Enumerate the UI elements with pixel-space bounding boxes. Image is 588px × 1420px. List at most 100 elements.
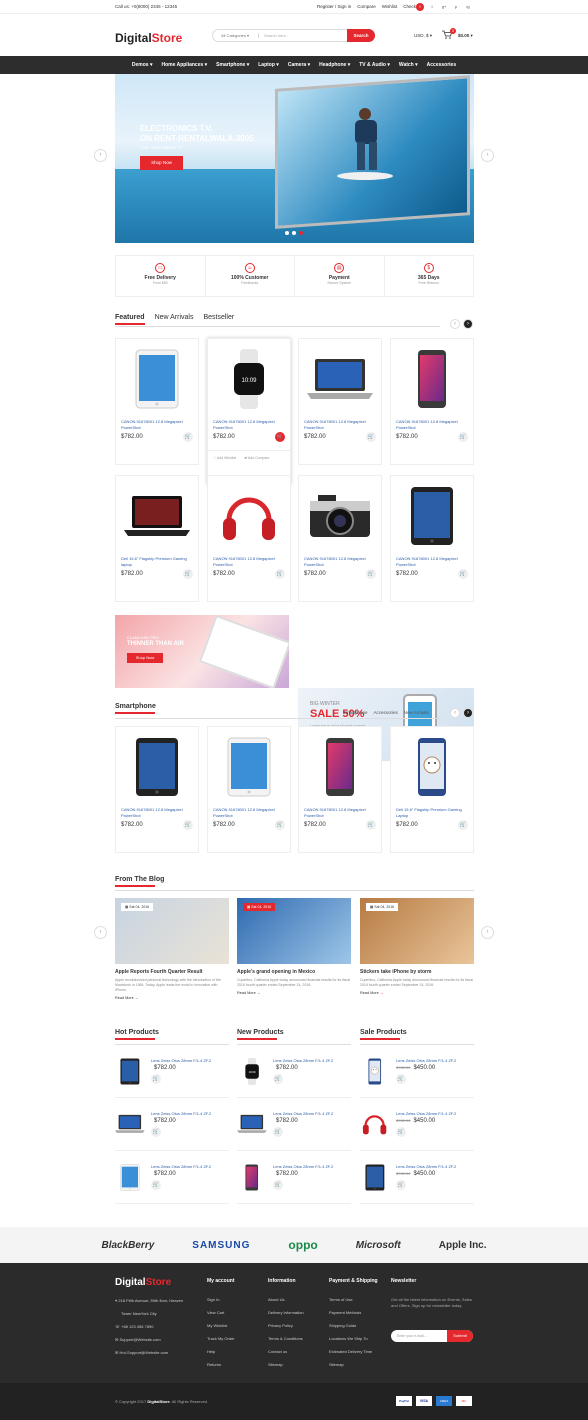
banner-left[interactable]: CLAMCASE PRO THINNER THAN AIR Shop Now <box>115 615 289 688</box>
add-to-cart-icon[interactable]: 🛒 <box>366 820 376 830</box>
nav-laptop[interactable]: Laptop ▾ <box>258 62 279 68</box>
product-image[interactable] <box>208 476 290 556</box>
footer-link[interactable]: Locations We Ship To <box>329 1336 378 1341</box>
product-name[interactable]: Dell 15.6" Flagship Premium Gaming Lapto… <box>391 807 473 818</box>
product-card[interactable]: CANON 91678001 12.8 Megapixel PowerShot … <box>115 726 199 853</box>
list-item[interactable]: Lens Zeiss Otus 28mm F/1.4 ZF.2 $782.00 … <box>237 1098 351 1151</box>
footer-link[interactable]: Terms & Conditions <box>268 1336 304 1341</box>
product-image[interactable] <box>391 476 473 556</box>
google-plus-icon[interactable]: g+ <box>440 3 448 11</box>
footer-link[interactable]: My Wishlist <box>207 1323 235 1328</box>
footer-link[interactable]: Estimated Delivery Time <box>329 1349 378 1354</box>
add-to-cart-icon[interactable]: 🛒 <box>458 432 468 442</box>
list-item[interactable]: Lens Zeiss Otus 28mm F/1.4 ZF.2 $782.00 … <box>115 1151 229 1204</box>
product-card[interactable]: CANON 91678001 12.8 Megapixel PowerShot … <box>298 475 382 602</box>
blog-post-title[interactable]: Stickers take iPhone by storm <box>360 969 474 975</box>
add-to-cart-icon[interactable]: 🛒 <box>275 432 285 442</box>
banner-left-shop-button[interactable]: Shop Now <box>127 653 163 663</box>
blog-prev-arrow[interactable]: ‹ <box>94 926 107 939</box>
list-item-name[interactable]: Lens Zeiss Otus 28mm F/1.4 ZF.2 <box>151 1111 211 1116</box>
add-to-cart-icon[interactable]: 🛒 <box>183 569 193 579</box>
list-item-image[interactable] <box>115 1056 145 1086</box>
register-link[interactable]: Register / Sign in <box>317 4 351 9</box>
product-name[interactable]: CANON 91678001 12.8 Megapixel PowerShot <box>208 556 290 567</box>
hero-prev-arrow[interactable]: ‹ <box>94 149 107 162</box>
product-image[interactable] <box>299 476 381 556</box>
product-name[interactable]: CANON 91678001 12.8 Megapixel PowerShot <box>299 556 381 567</box>
footer-link[interactable]: Returns <box>207 1362 235 1367</box>
add-to-cart-icon[interactable]: 🛒 <box>366 432 376 442</box>
product-card[interactable]: CANON 91678001 12.8 Megapixel PowerShot … <box>207 726 291 853</box>
featured-prev-arrow[interactable]: ‹ <box>450 319 460 329</box>
add-to-cart-icon[interactable]: 🛒 <box>183 432 193 442</box>
product-name[interactable]: CANON 91678001 12.8 Megapixel PowerShot <box>208 807 290 818</box>
product-card[interactable]: Dell 15.6" Flagship Premium Gaming Lapto… <box>390 726 474 853</box>
list-item-image[interactable] <box>237 1162 267 1192</box>
list-item-name[interactable]: Lens Zeiss Otus 28mm F/1.4 ZF.2 <box>396 1058 456 1063</box>
footer-link[interactable]: Track My Order <box>207 1336 235 1341</box>
add-to-cart-icon[interactable]: 🛒 <box>273 1074 283 1084</box>
footer-link[interactable]: About Us <box>268 1297 304 1302</box>
nav-accessories[interactable]: Accessories <box>427 62 456 68</box>
footer-email[interactable]: Support@Website.com <box>119 1337 160 1342</box>
blog-post[interactable]: ▦ Sat 04, 2016 Apple's grand opening in … <box>237 898 351 995</box>
product-image[interactable] <box>391 339 473 419</box>
product-image[interactable] <box>116 339 198 419</box>
add-to-cart-icon[interactable]: 🛒 <box>396 1180 406 1190</box>
footer-link[interactable]: Shipping Guide <box>329 1323 378 1328</box>
add-compare-link[interactable]: ⇄ Add Compare <box>244 456 269 460</box>
product-name[interactable]: CANON 91678001 12.8 Megapixel PowerShot <box>391 419 473 430</box>
blog-post[interactable]: ▦ Sat 04, 2016 Stickers take iPhone by s… <box>360 898 474 995</box>
product-image[interactable] <box>299 727 381 807</box>
list-item-name[interactable]: Lens Zeiss Otus 28mm F/1.4 ZF.2 <box>396 1111 456 1116</box>
read-more-link[interactable]: Read More → <box>115 996 229 1000</box>
list-item[interactable]: Lens Zeiss Otus 28mm F/1.4 ZF.2 $782.00 $… <box>360 1151 474 1204</box>
add-to-cart-icon[interactable]: 🛒 <box>275 820 285 830</box>
list-item-image[interactable] <box>360 1109 390 1139</box>
product-image[interactable] <box>116 476 198 556</box>
brand-blackberry[interactable]: BlackBerry <box>101 1240 154 1251</box>
footer-link[interactable]: Help <box>207 1349 235 1354</box>
list-item[interactable]: Lens Zeiss Otus 28mm F/1.4 ZF.2 $782.00 … <box>237 1151 351 1204</box>
nav-smartphone[interactable]: Smartphone ▾ <box>216 62 249 68</box>
product-card[interactable]: Dell 15.6" Flagship Premium Gaming lapto… <box>115 475 199 602</box>
add-to-cart-icon[interactable]: 🛒 <box>458 569 468 579</box>
add-to-cart-icon[interactable]: 🛒 <box>151 1074 161 1084</box>
list-item-name[interactable]: Lens Zeiss Otus 28mm F/1.4 ZF.2 <box>151 1164 211 1169</box>
footer-link[interactable]: Contact us <box>268 1349 304 1354</box>
add-to-cart-icon[interactable]: 🛒 <box>151 1180 161 1190</box>
read-more-link[interactable]: Read More → <box>237 991 351 995</box>
product-image[interactable] <box>208 727 290 807</box>
blog-image[interactable]: ▦ Sat 04, 2016 <box>237 898 351 964</box>
product-card[interactable]: CANON 91678001 12.8 Megapixel PowerShot … <box>298 338 382 465</box>
logo[interactable]: DigitalStore <box>115 31 182 45</box>
slide-dot[interactable] <box>292 231 296 235</box>
list-item-image[interactable] <box>115 1109 145 1139</box>
product-name[interactable]: CANON 91678001 12.8 Megapixel PowerShot <box>391 556 473 567</box>
hero-shop-now-button[interactable]: Shop Now <box>140 156 183 170</box>
add-to-cart-icon[interactable]: 🛒 <box>366 569 376 579</box>
footer-link[interactable]: Sitemap <box>268 1362 304 1367</box>
list-item-image[interactable] <box>115 1162 145 1192</box>
blog-next-arrow[interactable]: › <box>481 926 494 939</box>
brand-apple[interactable]: Apple Inc. <box>439 1240 487 1251</box>
instagram-icon[interactable]: ig <box>464 3 472 11</box>
tab-accessories[interactable]: Accessories <box>374 710 398 715</box>
featured-next-arrow[interactable]: › <box>463 319 473 329</box>
tab-new-arrivals[interactable]: New Arrivals <box>155 314 194 325</box>
product-card[interactable]: CANON 91678001 12.8 Megapixel PowerShot … <box>207 475 291 602</box>
nav-home-appliances[interactable]: Home Appliances ▾ <box>161 62 207 68</box>
footer-logo[interactable]: DigitalStore <box>115 1277 183 1288</box>
footer-link[interactable]: Privacy Policy <box>268 1323 304 1328</box>
list-item[interactable]: Lens Zeiss Otus 28mm F/1.4 ZF.2 $782.00 $… <box>360 1098 474 1151</box>
twitter-icon[interactable]: t <box>428 3 436 11</box>
footer-link[interactable]: Payment Methods <box>329 1310 378 1315</box>
list-item[interactable]: Lens Zeiss Otus 28mm F/1.4 ZF.2 $782.00 $… <box>360 1045 474 1098</box>
product-image[interactable] <box>299 339 381 419</box>
footer-email-support[interactable]: Hot-Support@Website.com <box>119 1350 168 1355</box>
list-item-image[interactable]: 10:09 <box>237 1056 267 1086</box>
smartphone-prev-arrow[interactable]: ‹ <box>450 708 460 718</box>
add-to-cart-icon[interactable]: 🛒 <box>396 1074 406 1084</box>
search-button[interactable]: Search <box>347 29 375 42</box>
product-card[interactable]: CANON 91678001 12.8 Megapixel PowerShot … <box>115 338 199 465</box>
